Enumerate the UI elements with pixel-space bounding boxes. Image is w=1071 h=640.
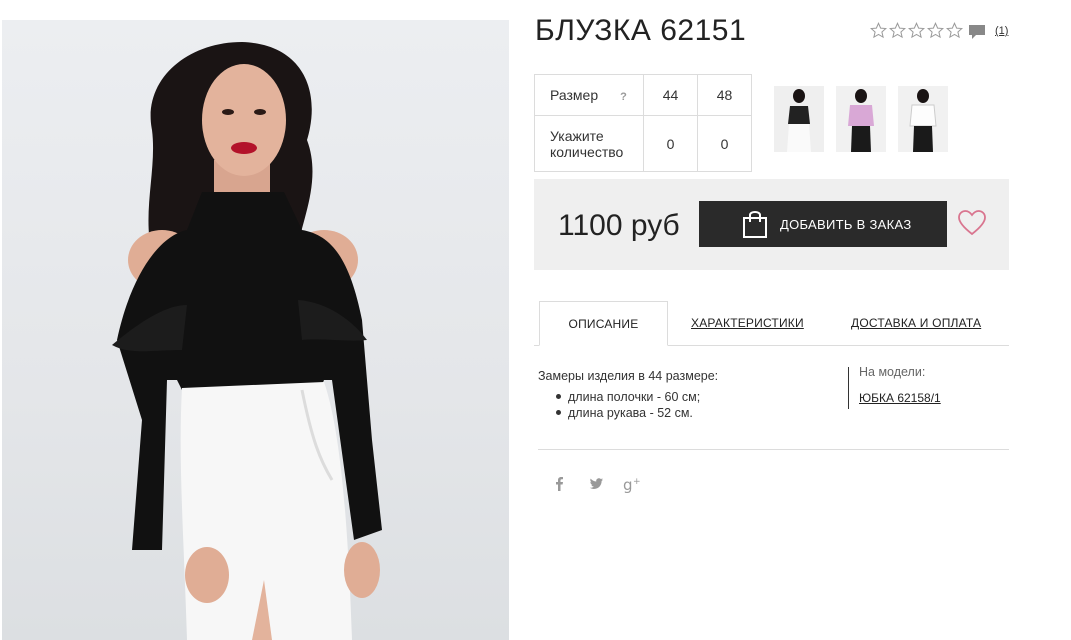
add-to-order-label: ДОБАВИТЬ В ЗАКАЗ	[780, 216, 912, 232]
list-item: длина рукава - 52 см.	[555, 405, 700, 421]
description-divider	[848, 367, 849, 409]
quantity-input-48[interactable]: 0	[697, 115, 752, 172]
size-help-icon[interactable]: ?	[620, 91, 627, 103]
size-label: Размер	[550, 87, 599, 103]
star-icon[interactable]	[946, 22, 963, 39]
svg-text:+: +	[633, 477, 641, 487]
section-divider	[538, 449, 1009, 450]
comments-count-link[interactable]: (1)	[995, 25, 1008, 37]
quantity-input-44[interactable]: 0	[643, 115, 698, 172]
google-plus-icon[interactable]: g +	[622, 474, 642, 494]
shopping-bag-icon	[743, 211, 767, 238]
thumbnail-1[interactable]	[774, 86, 824, 152]
quantity-label-line2: количество	[550, 143, 624, 160]
tab-characteristics[interactable]: ХАРАКТЕРИСТИКИ	[691, 316, 804, 330]
facebook-icon[interactable]	[549, 474, 569, 494]
quantity-label-cell: Укажите количество	[534, 115, 644, 172]
svg-text:g: g	[623, 476, 633, 494]
product-title: БЛУЗКА 62151	[535, 14, 747, 47]
size-quantity-table: Размер? 44 48 Укажите количество 0 0	[534, 74, 752, 172]
size-option-44[interactable]: 44	[643, 74, 698, 116]
description-list: длина полочки - 60 см; длина рукава - 52…	[555, 389, 700, 421]
model-product-link[interactable]: ЮБКА 62158/1	[859, 391, 941, 405]
description-title: Замеры изделия в 44 размере:	[538, 369, 719, 383]
twitter-icon[interactable]	[586, 474, 606, 494]
add-to-order-button[interactable]: ДОБАВИТЬ В ЗАКАЗ	[699, 201, 947, 247]
quantity-label-line1: Укажите	[550, 127, 604, 144]
star-icon[interactable]	[870, 22, 887, 39]
tab-description[interactable]: ОПИСАНИЕ	[539, 301, 668, 346]
model-label: На модели:	[859, 365, 926, 379]
size-option-48[interactable]: 48	[697, 74, 752, 116]
star-icon[interactable]	[889, 22, 906, 39]
rating-stars[interactable]	[870, 22, 963, 39]
thumbnail-3[interactable]	[898, 86, 948, 152]
star-icon[interactable]	[908, 22, 925, 39]
list-item: длина полочки - 60 см;	[555, 389, 700, 405]
product-price: 1100 руб	[558, 209, 680, 242]
comment-icon[interactable]	[968, 24, 986, 40]
tab-delivery-payment[interactable]: ДОСТАВКА И ОПЛАТА	[851, 316, 981, 330]
heart-icon[interactable]	[958, 210, 986, 236]
main-product-photo[interactable]	[2, 20, 509, 640]
star-icon[interactable]	[927, 22, 944, 39]
thumbnail-2[interactable]	[836, 86, 886, 152]
price-box: 1100 руб ДОБАВИТЬ В ЗАКАЗ	[534, 179, 1009, 270]
size-label-cell: Размер?	[534, 74, 644, 116]
